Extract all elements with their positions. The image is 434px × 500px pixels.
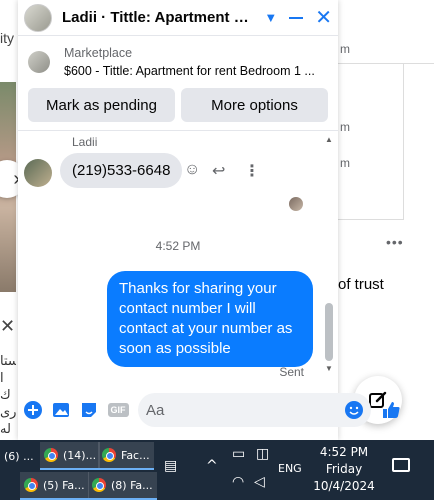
background-arabic-text: ستا ا ك ری له (0, 352, 16, 437)
arabic-line: له (0, 421, 11, 436)
battery-icon[interactable]: ▭ (232, 446, 245, 462)
mark-as-pending-button[interactable]: Mark as pending (28, 88, 175, 122)
seen-avatar (289, 197, 303, 211)
marketplace-label: Marketplace (64, 46, 133, 60)
chrome-icon (24, 478, 38, 492)
sender-name: Ladii (72, 135, 98, 149)
arabic-line: ری (0, 404, 16, 419)
background-post-text: of trust (338, 276, 384, 293)
clock-date: 10/4/2024 (313, 479, 375, 493)
sent-status: Sent (279, 365, 304, 379)
message-timestamp: 4:52 PM (155, 239, 201, 253)
windows-taskbar: (6) ... (14)... Fac... (5) Fa... (8) Fa.… (0, 440, 434, 500)
chrome-icon (44, 448, 58, 462)
wifi-icon[interactable]: ◠ (232, 474, 244, 490)
arabic-line: ا ك (0, 370, 11, 402)
plus-icon[interactable] (24, 400, 42, 420)
sender-avatar[interactable] (24, 159, 52, 187)
background-card-text: m (340, 42, 350, 56)
message-composer: GIF (18, 390, 400, 430)
background-card-text: m (340, 156, 350, 170)
clock-time: 4:52 PM (319, 445, 369, 459)
taskbar-window-label: Fac... (121, 448, 150, 462)
taskbar-window-label: (6) ... (4, 449, 34, 463)
scroll-up-icon[interactable]: ▲ (325, 135, 333, 144)
taskbar-window[interactable]: (14)... (40, 442, 101, 470)
chrome-icon (102, 448, 116, 462)
taskbar-window-label: (14)... (63, 448, 97, 462)
listing-thumbnail (28, 51, 50, 73)
taskbar-window-label: (5) Fa... (43, 478, 85, 492)
news-widget-icon[interactable]: ▤ (164, 458, 177, 474)
chrome-icon (92, 478, 106, 492)
taskbar-window-label: (8) Fa... (111, 478, 153, 492)
close-icon[interactable]: ✕ (315, 8, 332, 28)
more-options-icon[interactable]: ••• (386, 234, 404, 250)
sticker-icon[interactable] (80, 400, 98, 420)
more-options-button[interactable]: More options (181, 88, 328, 122)
gif-icon[interactable]: GIF (107, 400, 129, 420)
emoji-icon[interactable] (345, 401, 363, 419)
react-icon[interactable]: ☺ (184, 161, 200, 179)
clock-day: Friday (325, 462, 363, 476)
meet-icon[interactable]: ◫ (256, 446, 269, 462)
taskbar-window[interactable]: Fac... (98, 442, 154, 470)
incoming-message[interactable]: (219)533-6648 (60, 153, 183, 188)
speaker-muted-icon[interactable]: ◁ (254, 474, 265, 490)
chat-window: Ladii · Tittle: Apartment fo... ▼ ✕ Mark… (18, 0, 400, 440)
message-input[interactable] (146, 401, 345, 419)
taskbar-window[interactable]: (5) Fa... (20, 472, 89, 500)
listing-title: $600 - Tittle: Apartment for rent Bedroo… (64, 64, 315, 78)
background-card-text: m (340, 120, 350, 134)
photo-icon[interactable] (52, 400, 70, 420)
arabic-line: ستا (0, 353, 16, 368)
minimize-icon[interactable] (289, 16, 304, 19)
message-input-wrapper (138, 393, 371, 427)
background-close-icon[interactable]: ✕ (0, 316, 15, 337)
reply-icon[interactable]: ↩ (212, 161, 225, 181)
like-icon[interactable] (381, 400, 401, 420)
background-left-text: ity (0, 30, 14, 46)
taskbar-clock[interactable]: 4:52 PM Friday 10/4/2024 (312, 444, 376, 495)
chevron-down-icon[interactable]: ▼ (264, 10, 277, 25)
marketplace-listing[interactable]: Marketplace $600 - Tittle: Apartment for… (18, 36, 338, 88)
more-icon[interactable]: ⋮ (244, 161, 260, 181)
gif-label: GIF (107, 403, 129, 417)
message-list[interactable]: Ladii (219)533-6648 ☺ ↩ ⋮ 4:52 PM Thanks… (18, 131, 338, 379)
background-card[interactable]: m m (338, 64, 404, 220)
notification-icon[interactable] (392, 458, 410, 472)
chat-header[interactable]: Ladii · Tittle: Apartment fo... ▼ ✕ (18, 0, 338, 36)
scrollbar-thumb[interactable] (325, 303, 333, 361)
chat-title[interactable]: Ladii · Tittle: Apartment fo... (62, 9, 252, 26)
avatar[interactable] (24, 3, 52, 32)
scrollbar[interactable]: ▲ ▼ (324, 135, 334, 373)
outgoing-message[interactable]: Thanks for sharing your contact number I… (107, 271, 313, 367)
scroll-down-icon[interactable]: ▼ (325, 364, 333, 373)
language-indicator[interactable]: ENG (278, 462, 302, 475)
chevron-up-icon[interactable]: ^ (206, 458, 218, 474)
taskbar-window[interactable]: (8) Fa... (88, 472, 157, 500)
background-card[interactable]: m (338, 0, 434, 64)
taskbar-window[interactable]: (6) ... (0, 442, 38, 470)
